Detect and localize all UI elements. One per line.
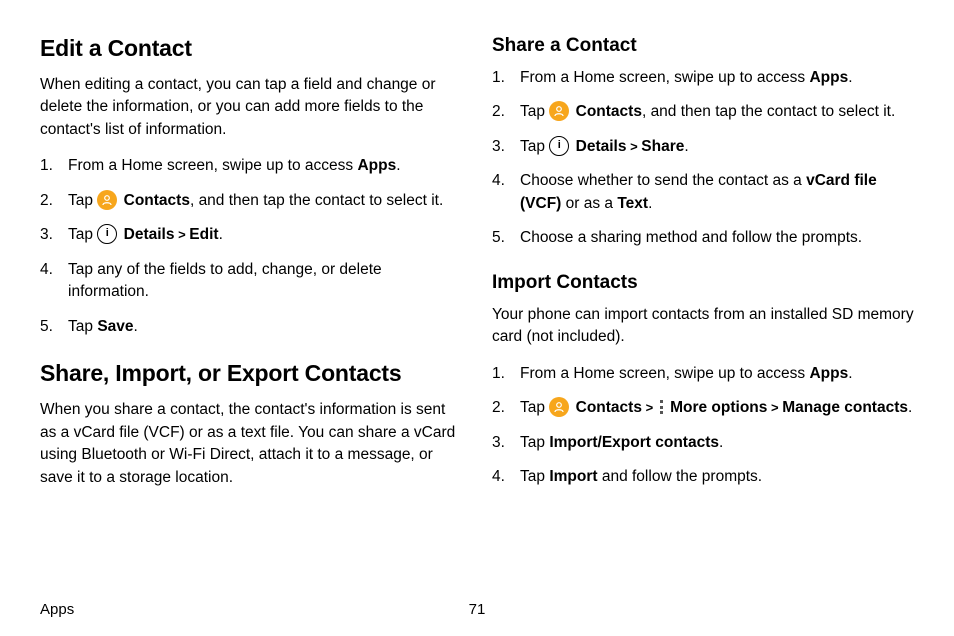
- heading-share-import-export: Share, Import, or Export Contacts: [40, 360, 462, 387]
- text: or as a: [561, 195, 617, 212]
- text: Tap: [520, 434, 549, 451]
- list-item: Tap Import and follow the prompts.: [492, 466, 914, 488]
- details-label: Details: [576, 138, 627, 155]
- edit-label: Edit: [189, 226, 218, 243]
- text: , and then tap the contact to select it.: [190, 192, 443, 209]
- list-item: Tap i Details > Share.: [492, 136, 914, 158]
- list-item: Tap Save.: [40, 316, 462, 338]
- text: Tap: [68, 192, 97, 209]
- apps-label: Apps: [357, 157, 396, 174]
- text: and follow the prompts.: [598, 468, 763, 485]
- text: Choose whether to send the contact as a: [520, 172, 806, 189]
- list-item: Choose whether to send the contact as a …: [492, 170, 914, 215]
- list-item: Choose a sharing method and follow the p…: [492, 227, 914, 249]
- text: Tap: [520, 399, 549, 416]
- list-item: Tap i Details > Edit.: [40, 224, 462, 246]
- apps-label: Apps: [809, 365, 848, 382]
- list-edit-contact: From a Home screen, swipe up to access A…: [40, 155, 462, 338]
- text: From a Home screen, swipe up to access: [520, 69, 809, 86]
- contacts-icon: [549, 397, 569, 417]
- list-item: Tap any of the fields to add, change, or…: [40, 259, 462, 304]
- paragraph-import-intro: Your phone can import contacts from an i…: [492, 304, 914, 349]
- text: Tap: [68, 318, 97, 335]
- text: .: [219, 226, 223, 243]
- text: .: [396, 157, 400, 174]
- text: .: [134, 318, 138, 335]
- heading-import-contacts: Import Contacts: [492, 272, 914, 294]
- chevron-right-icon: >: [642, 400, 657, 415]
- list-import-contacts: From a Home screen, swipe up to access A…: [492, 363, 914, 489]
- apps-label: Apps: [809, 69, 848, 86]
- list-item: From a Home screen, swipe up to access A…: [40, 155, 462, 177]
- list-item: Tap Contacts > More options > Manage con…: [492, 397, 914, 419]
- contacts-icon: [97, 190, 117, 210]
- text: .: [908, 399, 912, 416]
- text: From a Home screen, swipe up to access: [520, 365, 809, 382]
- text: Tap: [520, 103, 549, 120]
- details-info-icon: i: [97, 224, 117, 244]
- share-label: Share: [641, 138, 684, 155]
- text: .: [719, 434, 723, 451]
- more-options-label: More options: [670, 399, 767, 416]
- text: .: [848, 69, 852, 86]
- list-item: From a Home screen, swipe up to access A…: [492, 67, 914, 89]
- paragraph-share-intro: When you share a contact, the contact's …: [40, 399, 462, 489]
- manage-contacts-label: Manage contacts: [782, 399, 908, 416]
- text: Tap: [520, 468, 549, 485]
- import-label: Import: [549, 468, 597, 485]
- text: .: [848, 365, 852, 382]
- page-number: 71: [469, 601, 486, 618]
- details-label: Details: [124, 226, 175, 243]
- paragraph-edit-intro: When editing a contact, you can tap a fi…: [40, 74, 462, 141]
- chevron-right-icon: >: [767, 400, 782, 415]
- list-share-contact: From a Home screen, swipe up to access A…: [492, 67, 914, 250]
- list-item: Tap Contacts, and then tap the contact t…: [40, 190, 462, 212]
- list-item: Tap Contacts, and then tap the contact t…: [492, 101, 914, 123]
- contacts-label: Contacts: [576, 103, 642, 120]
- text: From a Home screen, swipe up to access: [68, 157, 357, 174]
- text: Tap: [68, 226, 97, 243]
- text-label: Text: [617, 195, 648, 212]
- chevron-right-icon: >: [626, 139, 641, 154]
- contacts-label: Contacts: [124, 192, 190, 209]
- details-info-icon: i: [549, 136, 569, 156]
- contacts-label: Contacts: [576, 399, 642, 416]
- chevron-right-icon: >: [174, 227, 189, 242]
- import-export-label: Import/Export contacts: [549, 434, 719, 451]
- save-label: Save: [97, 318, 133, 335]
- heading-edit-contact: Edit a Contact: [40, 35, 462, 62]
- page-footer: Apps 71: [40, 601, 914, 618]
- text: , and then tap the contact to select it.: [642, 103, 895, 120]
- heading-share-contact: Share a Contact: [492, 35, 914, 57]
- text: Tap: [520, 138, 549, 155]
- text: .: [648, 195, 652, 212]
- right-column: Share a Contact From a Home screen, swip…: [492, 35, 914, 580]
- more-options-icon: [660, 400, 663, 414]
- text: .: [684, 138, 688, 155]
- footer-section-label: Apps: [40, 601, 74, 618]
- contacts-icon: [549, 101, 569, 121]
- list-item: From a Home screen, swipe up to access A…: [492, 363, 914, 385]
- list-item: Tap Import/Export contacts.: [492, 432, 914, 454]
- left-column: Edit a Contact When editing a contact, y…: [40, 35, 462, 580]
